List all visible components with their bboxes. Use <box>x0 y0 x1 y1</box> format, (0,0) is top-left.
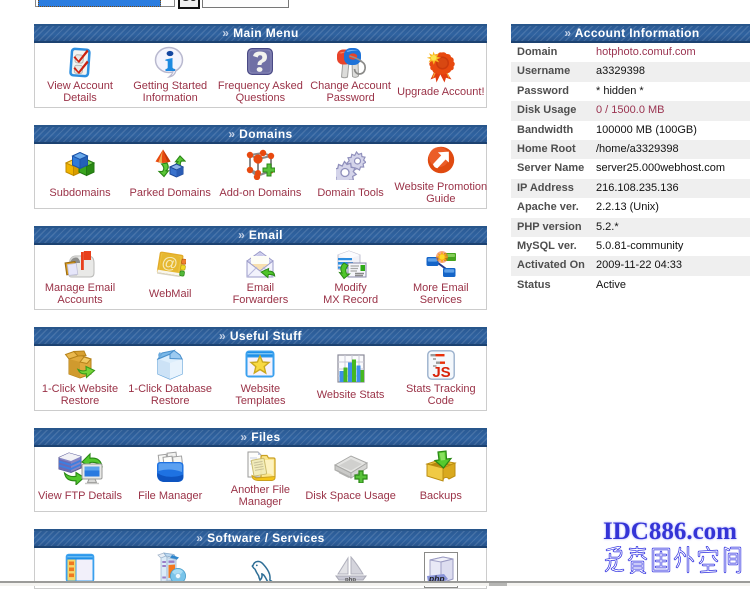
svg-text:JS: JS <box>432 364 450 380</box>
svg-text:@: @ <box>160 254 179 273</box>
